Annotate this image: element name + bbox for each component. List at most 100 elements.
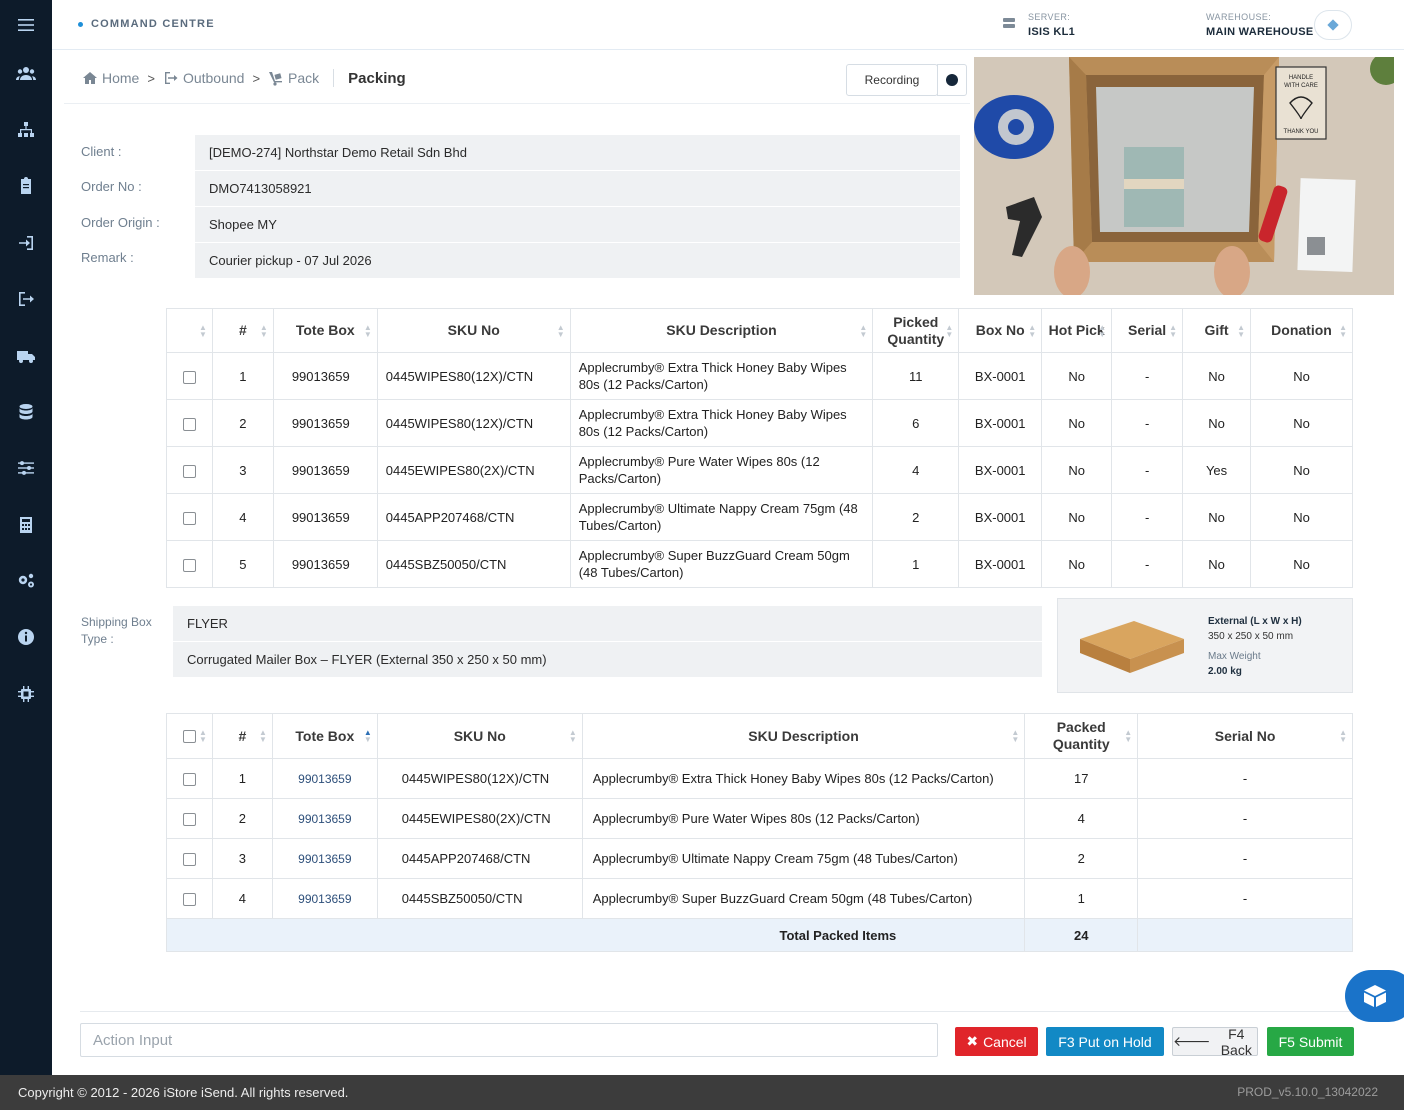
cogs-icon[interactable] xyxy=(0,566,52,596)
sort-icon[interactable]: ▲ ▼ xyxy=(1098,323,1106,338)
truck-icon[interactable] xyxy=(0,341,52,371)
submit-button[interactable]: F5 Submit xyxy=(1267,1027,1354,1056)
menu-icon[interactable] xyxy=(0,10,52,40)
row-checkbox[interactable] xyxy=(182,370,196,384)
table-row[interactable]: 3 99013659 0445EWIPES80(2X)/CTN Applecrumby… xyxy=(166,446,1353,494)
column-header[interactable]: Box No ▲ ▼ xyxy=(958,308,1043,353)
cell-tote: 99013659 xyxy=(271,838,378,879)
sort-icon[interactable]: ▲ ▼ xyxy=(259,729,267,744)
column-header[interactable]: Hot Pick ▲ ▼ xyxy=(1041,308,1113,353)
column-header[interactable]: # ▲ ▼ xyxy=(211,308,274,353)
database-icon[interactable] xyxy=(0,397,52,427)
sort-icon[interactable]: ▲ ▼ xyxy=(1124,729,1132,744)
row-select-cell[interactable] xyxy=(166,540,213,588)
shipping-box-type-value[interactable]: FLYER xyxy=(173,606,1042,642)
page-title: Packing xyxy=(348,69,406,87)
row-select-cell[interactable] xyxy=(166,399,213,447)
sort-icon[interactable]: ▲ ▼ xyxy=(1339,729,1347,744)
sort-icon[interactable]: ▲ ▼ xyxy=(364,729,372,744)
cell-sku: 0445APP207468/CTN xyxy=(376,838,583,879)
breadcrumb-pack[interactable]: Pack xyxy=(268,70,319,86)
row-checkbox[interactable] xyxy=(182,558,196,572)
select-all-checkbox[interactable] xyxy=(182,730,196,744)
table-row[interactable]: 2 99013659 0445WIPES80(12X)/CTN Applecrumby… xyxy=(166,399,1353,447)
row-select-cell[interactable] xyxy=(166,352,213,400)
sort-icon[interactable]: ▲ ▼ xyxy=(1237,323,1245,338)
cell-gift: No xyxy=(1182,399,1251,447)
row-checkbox[interactable] xyxy=(182,893,196,907)
sort-icon[interactable]: ▲ ▼ xyxy=(859,323,867,338)
row-checkbox[interactable] xyxy=(182,813,196,827)
record-toggle-button[interactable] xyxy=(937,64,967,96)
outbound-icon[interactable] xyxy=(0,284,52,314)
table-row[interactable]: 3 99013659 0445APP207468/CTN Applecrumby® U… xyxy=(166,838,1353,879)
cell-qty: 4 xyxy=(872,446,960,494)
row-select-cell[interactable] xyxy=(166,758,213,799)
table-row[interactable]: 4 99013659 0445SBZ50050/CTN Applecrumby® Su… xyxy=(166,878,1353,919)
total-empty-cell xyxy=(1137,918,1353,952)
column-header[interactable]: SKU No ▲ ▼ xyxy=(376,713,583,759)
table-row[interactable]: 1 99013659 0445WIPES80(12X)/CTN Applecrumby… xyxy=(166,352,1353,400)
table-row[interactable]: 1 99013659 0445WIPES80(12X)/CTN Applecrumby… xyxy=(166,758,1353,799)
select-column-header[interactable]: ▲ ▼ xyxy=(166,308,213,353)
cell-gift: No xyxy=(1182,540,1251,588)
back-button[interactable]: 🡐 F4 Back xyxy=(1172,1026,1258,1058)
sort-icon[interactable]: ▲ ▼ xyxy=(364,323,372,338)
sort-icon[interactable]: ▲ ▼ xyxy=(1339,323,1347,338)
clipboard-icon[interactable] xyxy=(0,171,52,201)
inbound-icon[interactable] xyxy=(0,228,52,258)
sort-icon[interactable]: ▲ ▼ xyxy=(1028,323,1036,338)
cell-sku: 0445WIPES80(12X)/CTN xyxy=(376,352,571,400)
sort-icon[interactable]: ▲ ▼ xyxy=(945,323,953,338)
row-checkbox[interactable] xyxy=(182,511,196,525)
row-checkbox[interactable] xyxy=(182,417,196,431)
action-input[interactable] xyxy=(80,1023,938,1057)
hierarchy-icon[interactable] xyxy=(0,115,52,145)
calculator-icon[interactable] xyxy=(0,510,52,540)
row-select-cell[interactable] xyxy=(166,446,213,494)
cancel-button[interactable]: ✖ Cancel xyxy=(955,1027,1038,1056)
sort-icon[interactable]: ▲ ▼ xyxy=(557,323,565,338)
breadcrumb-home[interactable]: Home xyxy=(82,70,139,86)
row-checkbox[interactable] xyxy=(182,773,196,787)
recording-button[interactable]: Recording xyxy=(846,64,938,96)
row-select-cell[interactable] xyxy=(166,838,213,879)
row-select-cell[interactable] xyxy=(166,798,213,839)
chip-icon[interactable] xyxy=(0,679,52,709)
column-header[interactable]: SKU No ▲ ▼ xyxy=(376,308,571,353)
column-header[interactable]: # ▲ ▼ xyxy=(211,713,273,759)
column-header[interactable]: Gift ▲ ▼ xyxy=(1182,308,1251,353)
table-row[interactable]: 2 99013659 0445EWIPES80(2X)/CTN Applecrumby… xyxy=(166,798,1353,839)
cell-box: BX-0001 xyxy=(958,493,1043,541)
sort-icon[interactable]: ▲ ▼ xyxy=(260,323,268,338)
column-header[interactable]: Picked Quantity ▲ ▼ xyxy=(872,308,960,353)
cell-tote: 99013659 xyxy=(272,399,378,447)
column-header[interactable]: SKU Description ▲ ▼ xyxy=(581,713,1026,759)
row-checkbox[interactable] xyxy=(182,464,196,478)
put-on-hold-button[interactable]: F3 Put on Hold xyxy=(1046,1027,1164,1056)
users-icon[interactable] xyxy=(0,59,52,89)
floating-box-button[interactable] xyxy=(1345,970,1404,1022)
sort-icon[interactable]: ▲ ▼ xyxy=(569,729,577,744)
row-checkbox[interactable] xyxy=(182,853,196,867)
warehouse-switch-button[interactable] xyxy=(1314,10,1352,40)
sort-icon[interactable]: ▲ ▼ xyxy=(1011,729,1019,744)
row-select-cell[interactable] xyxy=(166,493,213,541)
sort-icon[interactable]: ▲ ▼ xyxy=(1169,323,1177,338)
column-header[interactable]: Donation ▲ ▼ xyxy=(1250,308,1353,353)
column-header[interactable]: Serial ▲ ▼ xyxy=(1111,308,1184,353)
cell-desc: Applecrumby® Pure Water Wipes 80s (12 Pa… xyxy=(581,798,1026,839)
cell-hot: No xyxy=(1041,352,1113,400)
column-header[interactable]: Packed Quantity ▲ ▼ xyxy=(1024,713,1139,759)
info-icon[interactable] xyxy=(0,622,52,652)
column-header[interactable]: SKU Description ▲ ▼ xyxy=(569,308,874,353)
select-all-header[interactable]: ▲ ▼ xyxy=(166,713,213,759)
row-select-cell[interactable] xyxy=(166,878,213,919)
table-row[interactable]: 5 99013659 0445SBZ50050/CTN Applecrumby® Su… xyxy=(166,540,1353,588)
table-row[interactable]: 4 99013659 0445APP207468/CTN Applecrumby® U… xyxy=(166,493,1353,541)
column-header[interactable]: Tote Box ▲ ▼ xyxy=(272,308,378,353)
sliders-icon[interactable] xyxy=(0,453,52,483)
column-header[interactable]: Serial No ▲ ▼ xyxy=(1137,713,1353,759)
breadcrumb-outbound[interactable]: Outbound xyxy=(163,70,244,86)
column-header[interactable]: Tote Box ▲ ▼ xyxy=(271,713,378,759)
